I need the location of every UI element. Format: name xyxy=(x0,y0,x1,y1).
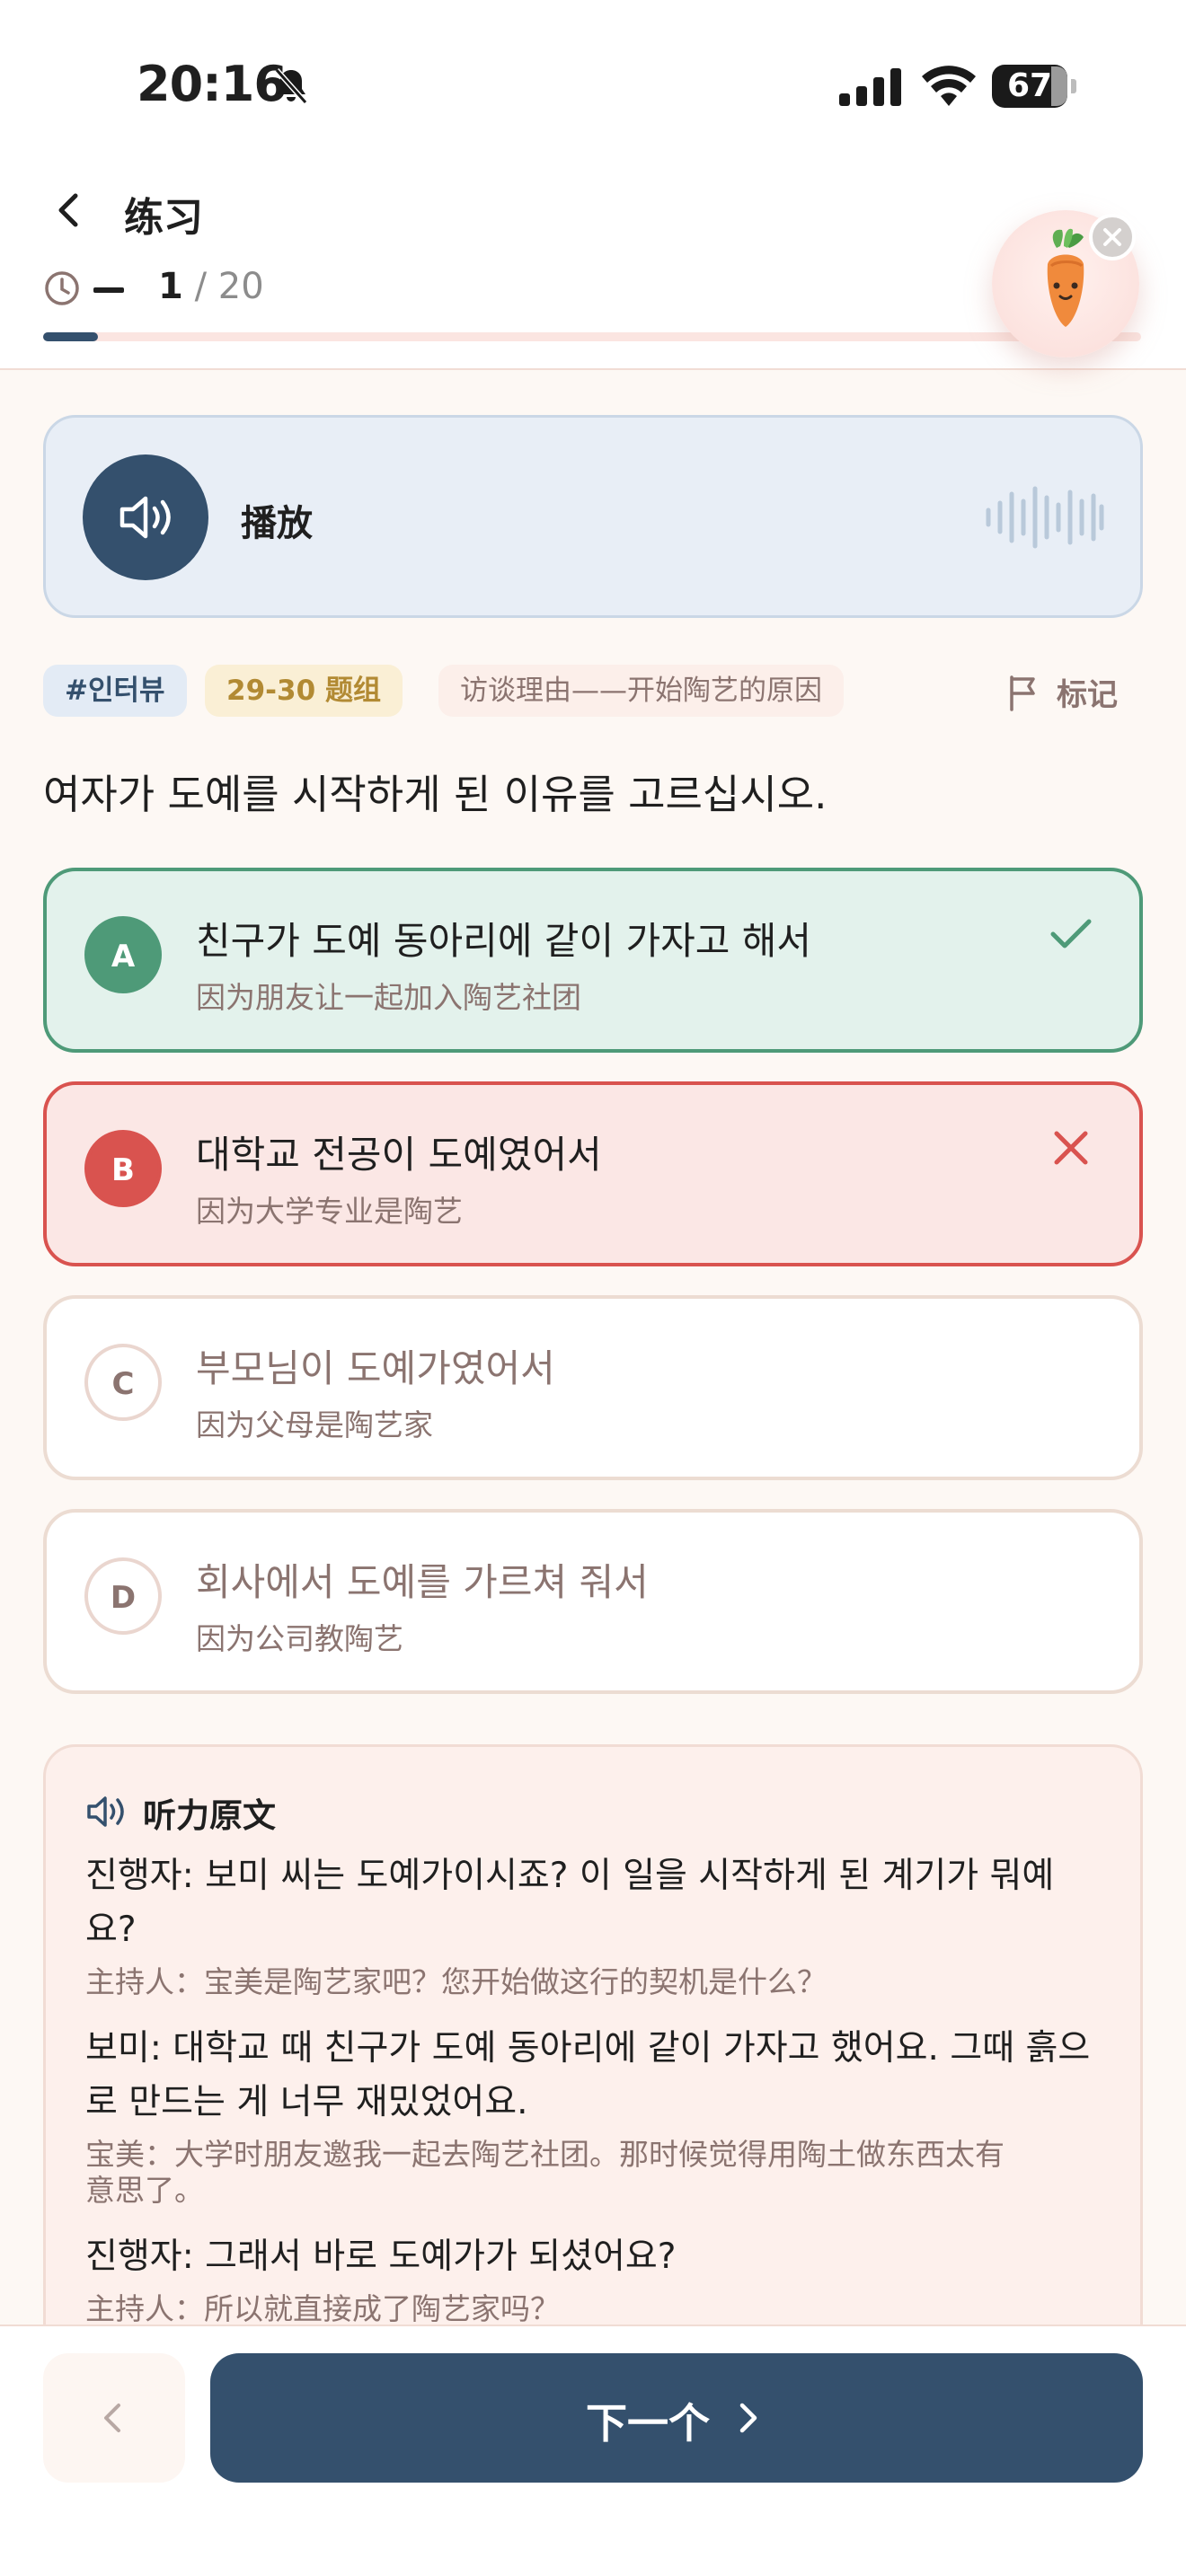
option-a[interactable]: A 친구가 도예 동아리에 같이 가자고 해서 因为朋友让一起加入陶艺社团 xyxy=(43,868,1143,1053)
speaker-icon xyxy=(87,1796,124,1827)
back-icon[interactable] xyxy=(47,187,93,234)
wifi-icon xyxy=(922,66,976,106)
status-time: 20:16 xyxy=(137,56,288,112)
transcript-line: 보미: 대학교 때 친구가 도예 동아리에 같이 가자고 했어요. 그때 흙으 xyxy=(85,2028,1091,2069)
option-translation: 因为父母是陶艺家 xyxy=(196,1407,433,1442)
battery-icon: 67 xyxy=(992,65,1076,108)
next-button[interactable]: 下一个 xyxy=(210,2353,1143,2483)
option-translation: 因为大学专业是陶艺 xyxy=(196,1194,463,1229)
option-translation: 因为公司教陶艺 xyxy=(196,1621,403,1656)
signal-icon xyxy=(839,68,901,106)
option-text: 대학교 전공이 도예였어서 xyxy=(196,1133,602,1177)
option-translation: 因为朋友让一起加入陶艺社团 xyxy=(196,980,581,1015)
chevron-left-icon xyxy=(104,2404,120,2432)
previous-button[interactable] xyxy=(43,2353,185,2483)
close-icon xyxy=(1103,228,1121,246)
option-text: 회사에서 도예를 가르쳐 줘서 xyxy=(196,1560,649,1604)
next-button-label: 下一个 xyxy=(586,2399,710,2448)
transcript-line: 로 만드는 게 너무 재밌었어요. xyxy=(85,2082,528,2122)
transcript-line: 요? xyxy=(85,1910,137,1950)
play-label: 播放 xyxy=(241,503,313,544)
option-d[interactable]: D 회사에서 도예를 가르쳐 줘서 因为公司教陶艺 xyxy=(43,1509,1143,1694)
transcript-title: 听力原文 xyxy=(143,1796,276,1835)
transcript-translation: 宝美：大学时朋友邀我一起去陶艺社团。那时候觉得用陶土做东西太有 xyxy=(85,2137,1005,2172)
transcript-panel[interactable]: 听力原文 진행자: 보미 씨는 도예가이시죠? 이 일을 시작하게 된 계기가 … xyxy=(43,1744,1143,2373)
transcript-translation: 主持人：所以就直接成了陶艺家吗？ xyxy=(85,2291,560,2326)
question-counter: 1 / 20 xyxy=(158,266,264,307)
option-b[interactable]: B 대학교 전공이 도예였어서 因为大学专业是陶艺 xyxy=(43,1081,1143,1266)
check-icon xyxy=(1050,919,1092,948)
bell-muted-icon xyxy=(274,68,308,104)
description-tag: 访谈理由——开始陶艺的原因 xyxy=(438,665,844,717)
mascot-close-button[interactable] xyxy=(1089,214,1136,260)
chevron-right-icon xyxy=(739,2403,757,2433)
play-button[interactable] xyxy=(83,454,208,580)
option-letter: D xyxy=(84,1557,162,1635)
option-text: 친구가 도예 동아리에 같이 가자고 해서 xyxy=(196,919,811,963)
option-text: 부모님이 도예가였어서 xyxy=(196,1346,555,1390)
transcript-translation: 意思了。 xyxy=(85,2173,204,2208)
speaker-icon xyxy=(119,496,171,539)
question-text: 여자가 도예를 시작하게 된 이유를 고르십시오. xyxy=(43,771,828,818)
option-c[interactable]: C 부모님이 도예가였어서 因为父母是陶艺家 xyxy=(43,1295,1143,1480)
battery-level: 67 xyxy=(1006,67,1053,104)
page-title: 练习 xyxy=(124,195,203,241)
waveform-icon xyxy=(986,486,1104,549)
progress-fill xyxy=(43,332,99,341)
group-tag: 29-30 题组 xyxy=(205,665,403,717)
timer-value xyxy=(93,287,124,293)
progress-bar xyxy=(43,332,1141,341)
topic-tag: #인터뷰 xyxy=(43,665,187,717)
option-letter: C xyxy=(84,1344,162,1421)
clock-icon xyxy=(45,271,79,305)
flag-icon xyxy=(1010,675,1035,711)
option-letter: B xyxy=(84,1130,162,1207)
cross-icon xyxy=(1054,1131,1088,1165)
transcript-translation: 主持人：宝美是陶艺家吧？您开始做这行的契机是什么？ xyxy=(85,1964,827,1999)
transcript-line: 진행자: 그래서 바로 도예가가 되셨어요? xyxy=(85,2236,677,2277)
transcript-line: 진행자: 보미 씨는 도예가이시죠? 이 일을 시작하게 된 계기가 뭐예 xyxy=(85,1856,1055,1896)
option-letter: A xyxy=(84,916,162,993)
